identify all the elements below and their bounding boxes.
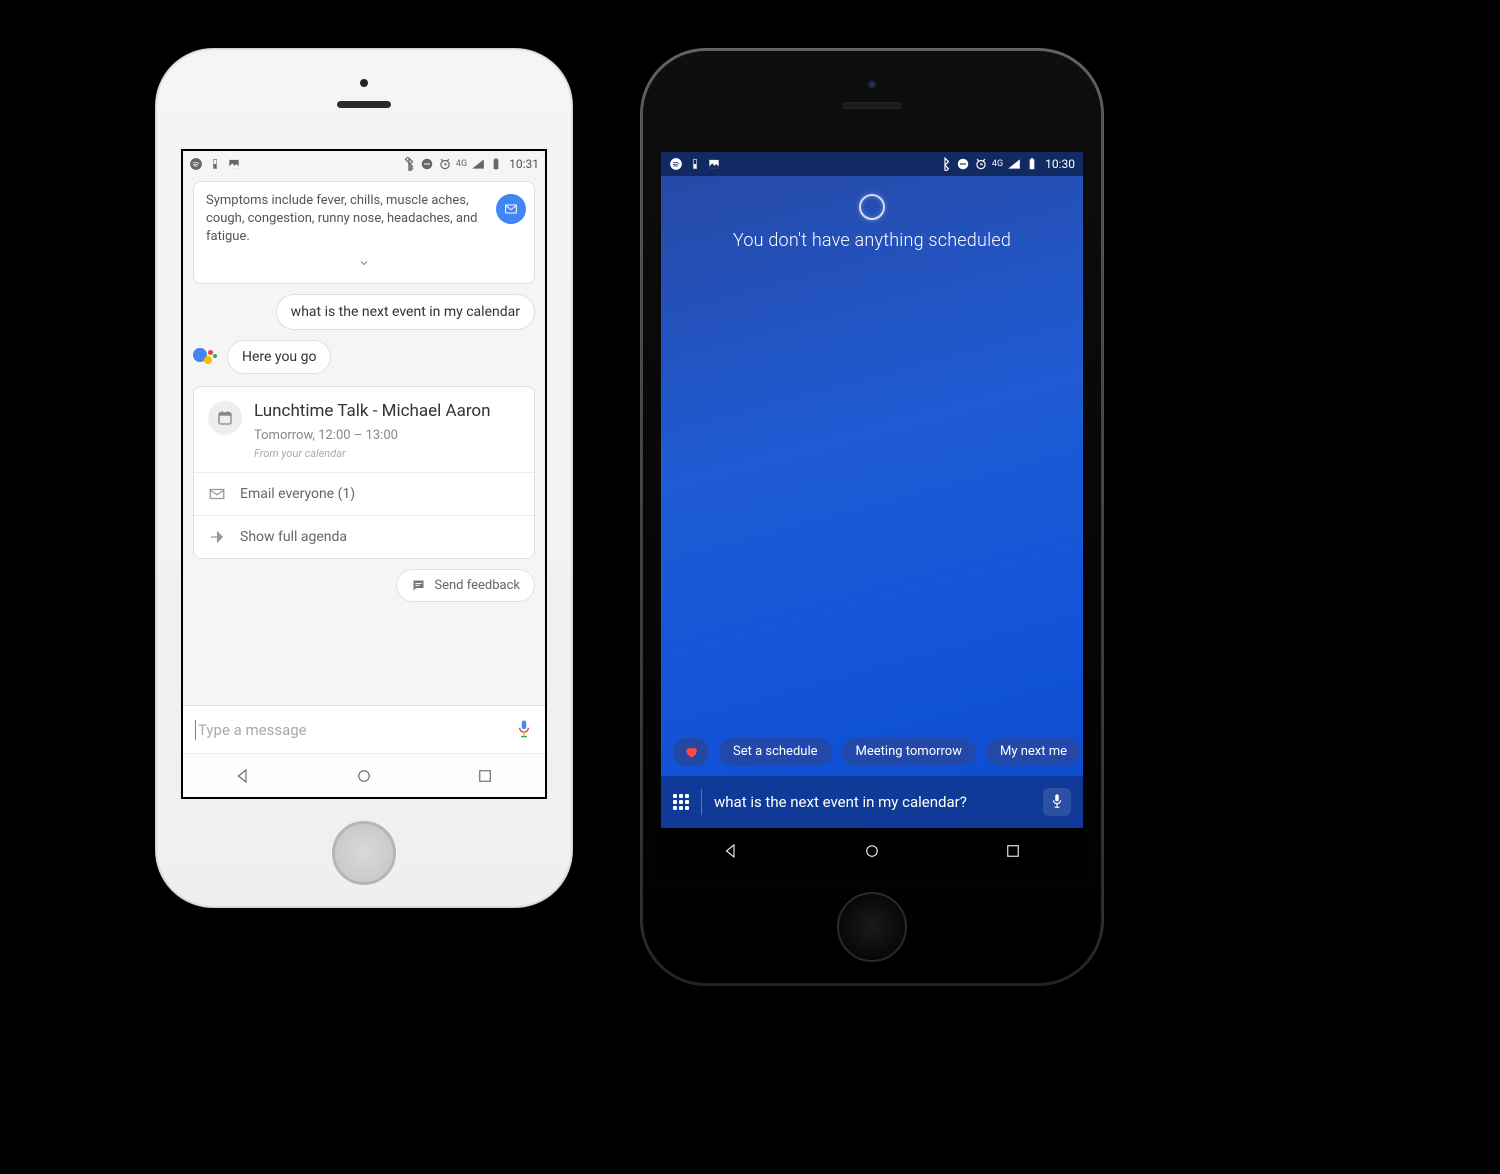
nav-back-icon[interactable]: [722, 842, 740, 860]
spotify-icon: [669, 157, 683, 171]
phone-speaker: [337, 101, 391, 108]
google-assistant-screen: 4G 10:31 Symptoms include fever, chills,…: [181, 149, 547, 799]
event-title: Lunchtime Talk - Michael Aaron: [254, 401, 520, 422]
battery-full-icon: [489, 157, 503, 171]
phone-home-button[interactable]: [332, 821, 396, 885]
calendar-icon: [208, 401, 242, 435]
dnd-icon: [420, 157, 434, 171]
suggestion-chip-row: Set a schedule Meeting tomorrow My next …: [661, 728, 1083, 776]
search-snippet-card[interactable]: Symptoms include fever, chills, muscle a…: [193, 181, 535, 284]
bluetooth-icon: [402, 157, 416, 171]
android-nav-bar: [661, 828, 1083, 874]
signal-icon: [471, 157, 485, 171]
alarm-icon: [974, 157, 988, 171]
favorite-chip[interactable]: [673, 738, 709, 766]
user-message-bubble: what is the next event in my calendar: [276, 294, 535, 330]
image-icon: [227, 157, 241, 171]
android-nav-bar: [183, 753, 545, 797]
suggestion-chip-2[interactable]: Meeting tomorrow: [842, 738, 976, 766]
battery-icon: [208, 157, 222, 171]
assistant-reply-bubble: Here you go: [227, 340, 331, 374]
google-assistant-icon: [193, 344, 219, 370]
message-input-bar[interactable]: Type a message: [183, 705, 545, 753]
status-bar: 4G 10:30: [661, 152, 1083, 176]
input-separator: [701, 789, 702, 815]
phone-mockup-white: 4G 10:31 Symptoms include fever, chills,…: [155, 48, 573, 908]
agenda-action-label: Show full agenda: [240, 529, 347, 545]
cortana-response-text: You don't have anything scheduled: [681, 230, 1063, 251]
phone-home-button[interactable]: [837, 892, 907, 962]
signal-icon: [1007, 157, 1021, 171]
image-icon: [707, 157, 721, 171]
nav-home-icon[interactable]: [863, 842, 881, 860]
cortana-screen: 4G 10:30 You don't have anything schedul…: [661, 152, 1083, 874]
status-time: 10:31: [509, 157, 539, 171]
nav-home-icon[interactable]: [355, 767, 373, 785]
event-time: Tomorrow, 12:00 – 13:00: [254, 428, 520, 443]
spotify-icon: [189, 157, 203, 171]
cortana-ring-icon: [859, 194, 885, 220]
dnd-icon: [956, 157, 970, 171]
send-feedback-chip[interactable]: Send feedback: [396, 569, 535, 602]
feedback-label: Send feedback: [434, 578, 520, 593]
feedback-icon: [411, 578, 426, 593]
cortana-input-bar[interactable]: what is the next event in my calendar?: [661, 776, 1083, 828]
cortana-header: You don't have anything scheduled: [661, 176, 1083, 261]
status-bar: 4G 10:31: [183, 151, 545, 175]
assistant-reply-row: Here you go: [193, 340, 535, 374]
calendar-event-card[interactable]: Lunchtime Talk - Michael Aaron Tomorrow,…: [193, 386, 535, 559]
conversation-area: Symptoms include fever, chills, muscle a…: [183, 175, 545, 705]
email-action-label: Email everyone (1): [240, 486, 355, 502]
apps-grid-icon[interactable]: [673, 794, 689, 810]
expand-chevron-icon[interactable]: [206, 257, 522, 275]
mail-badge-icon[interactable]: [496, 194, 526, 224]
status-time: 10:30: [1045, 157, 1075, 171]
google-mic-icon[interactable]: [515, 719, 533, 741]
snippet-text: Symptoms include fever, chills, muscle a…: [206, 192, 522, 247]
suggestion-chip-3[interactable]: My next me: [986, 738, 1081, 766]
battery-full-icon: [1025, 157, 1039, 171]
text-cursor: [195, 720, 196, 740]
cortana-input-text[interactable]: what is the next event in my calendar?: [714, 793, 1031, 811]
suggestion-chip-1[interactable]: Set a schedule: [719, 738, 832, 766]
network-label: 4G: [992, 159, 1003, 169]
nav-back-icon[interactable]: [234, 767, 252, 785]
network-label: 4G: [456, 159, 467, 169]
nav-recent-icon[interactable]: [476, 767, 494, 785]
cortana-mic-button[interactable]: [1043, 788, 1071, 816]
bluetooth-icon: [938, 157, 952, 171]
phone-mockup-black: 4G 10:30 You don't have anything schedul…: [640, 48, 1104, 986]
phone-camera: [360, 79, 368, 87]
cortana-body: [661, 261, 1083, 728]
battery-icon: [688, 157, 702, 171]
email-everyone-action[interactable]: Email everyone (1): [194, 472, 534, 515]
nav-recent-icon[interactable]: [1004, 842, 1022, 860]
phone-camera: [868, 80, 877, 89]
show-agenda-action[interactable]: Show full agenda: [194, 515, 534, 558]
event-source: From your calendar: [254, 447, 520, 460]
input-placeholder: Type a message: [198, 721, 515, 739]
alarm-icon: [438, 157, 452, 171]
phone-speaker: [842, 102, 902, 109]
